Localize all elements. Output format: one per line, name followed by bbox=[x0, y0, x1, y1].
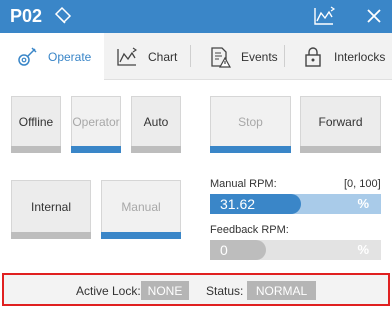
manual-rpm-range: [0, 100] bbox=[344, 178, 381, 190]
internal-indicator bbox=[11, 232, 91, 239]
stop-button[interactable]: Stop bbox=[210, 96, 291, 153]
forward-indicator bbox=[300, 146, 381, 153]
popout-icon[interactable] bbox=[52, 5, 74, 27]
manual-button[interactable]: Manual bbox=[101, 180, 181, 239]
status-badge: NORMAL bbox=[247, 281, 316, 300]
tab-operate[interactable]: Operate bbox=[0, 33, 104, 81]
tab-divider bbox=[190, 45, 191, 67]
tab-operate-label: Operate bbox=[48, 50, 92, 64]
offline-button-label: Offline bbox=[18, 114, 54, 129]
settings-wrench-icon bbox=[14, 44, 40, 70]
chart-icon bbox=[114, 44, 140, 70]
events-warning-icon bbox=[207, 44, 233, 70]
auto-button[interactable]: Auto bbox=[131, 96, 181, 153]
feedback-rpm-fill bbox=[210, 240, 266, 260]
feedback-rpm-gauge: 0 % bbox=[210, 240, 381, 260]
forward-button-label: Forward bbox=[318, 114, 363, 129]
tab-interlocks[interactable]: Interlocks bbox=[288, 33, 392, 80]
tab-chart[interactable]: Chart bbox=[104, 33, 192, 80]
tab-interlocks-label: Interlocks bbox=[334, 49, 386, 64]
manual-button-label: Manual bbox=[121, 199, 161, 214]
internal-button[interactable]: Internal bbox=[11, 180, 91, 239]
window-title: P02 bbox=[10, 6, 43, 26]
manual-rpm-unit: % bbox=[357, 196, 369, 211]
operator-button-label: Operator bbox=[72, 114, 120, 129]
manual-indicator bbox=[101, 232, 181, 239]
stop-indicator bbox=[210, 146, 291, 153]
active-lock-label: Active Lock: bbox=[76, 284, 141, 298]
tab-divider bbox=[284, 45, 285, 67]
feedback-rpm-unit: % bbox=[357, 242, 369, 257]
feedback-rpm-label: Feedback RPM: bbox=[210, 224, 289, 236]
operator-indicator bbox=[71, 146, 121, 153]
tab-events-label: Events bbox=[241, 49, 278, 64]
chart-trend-icon[interactable] bbox=[313, 5, 337, 27]
manual-rpm-value: 31.62 bbox=[220, 196, 256, 212]
tab-chart-label: Chart bbox=[148, 49, 178, 64]
title-bar: P02 bbox=[0, 0, 392, 33]
active-lock-badge: NONE bbox=[141, 281, 189, 300]
stop-button-label: Stop bbox=[238, 114, 263, 129]
lock-icon bbox=[300, 44, 326, 70]
offline-button[interactable]: Offline bbox=[11, 96, 61, 153]
forward-button[interactable]: Forward bbox=[300, 96, 381, 153]
offline-indicator bbox=[11, 146, 61, 153]
internal-button-label: Internal bbox=[30, 199, 72, 214]
feedback-rpm-value: 0 bbox=[220, 242, 228, 258]
status-bar: Active Lock: NONE Status: NORMAL bbox=[2, 273, 390, 306]
tab-events[interactable]: Events bbox=[195, 33, 285, 80]
auto-button-label: Auto bbox=[143, 114, 169, 129]
manual-rpm-slider[interactable]: 31.62 % bbox=[210, 194, 381, 214]
manual-rpm-label: Manual RPM: bbox=[210, 178, 277, 190]
close-icon[interactable] bbox=[364, 5, 384, 27]
status-label: Status: bbox=[206, 284, 244, 298]
tab-bar: Operate Chart Events Interlocks bbox=[0, 33, 392, 81]
operator-button[interactable]: Operator bbox=[71, 96, 121, 153]
auto-indicator bbox=[131, 146, 181, 153]
